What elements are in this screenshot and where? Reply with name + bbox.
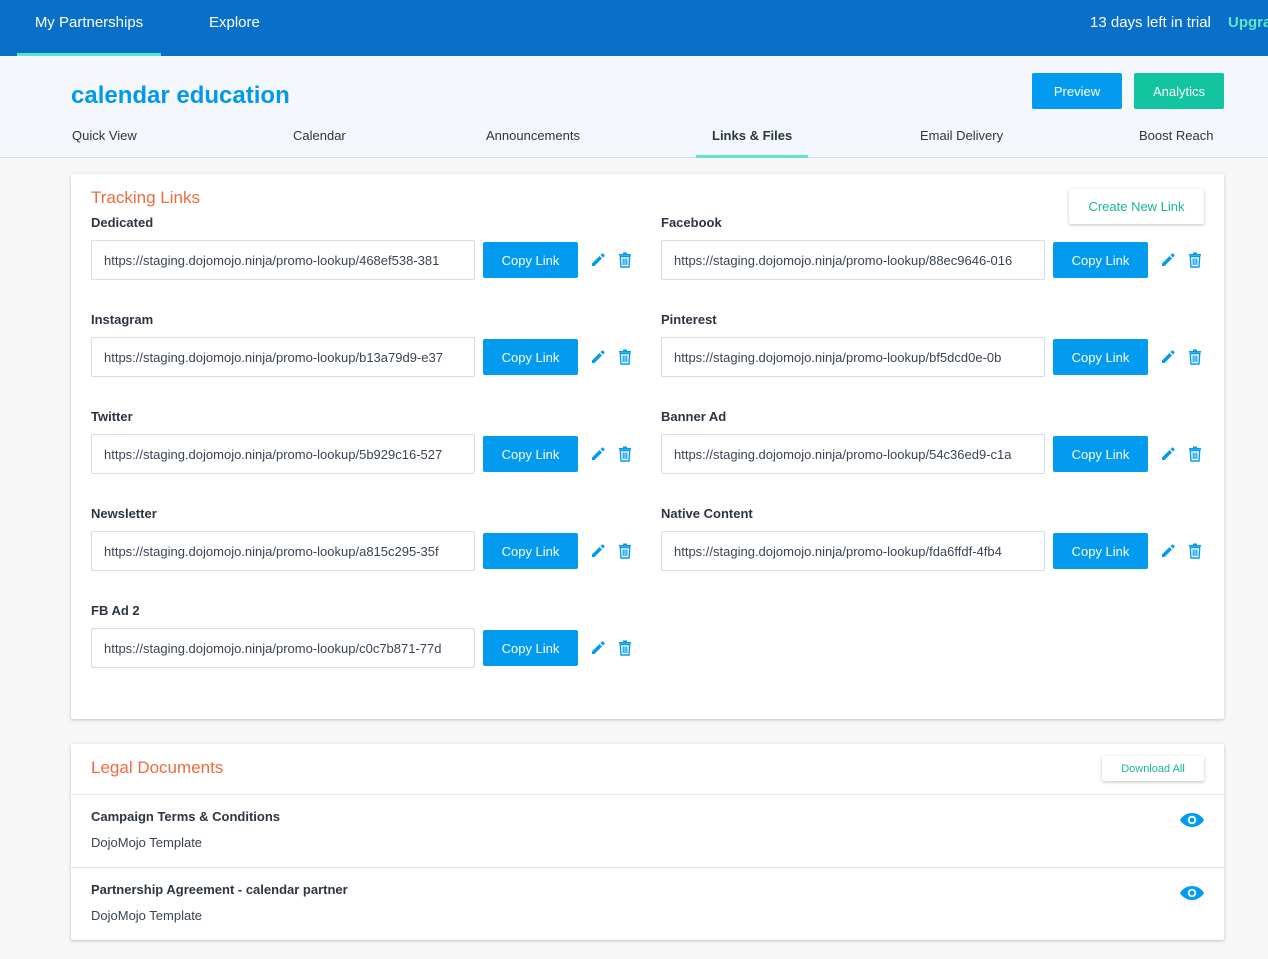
legal-documents-title: Legal Documents bbox=[91, 758, 224, 777]
nav-tab-my-partnerships[interactable]: My Partnerships bbox=[17, 0, 161, 56]
link-label-newsletter: Newsletter bbox=[91, 506, 157, 521]
link-label-instagram: Instagram bbox=[91, 312, 154, 327]
link-label-facebook: Facebook bbox=[661, 215, 722, 230]
pencil-icon[interactable] bbox=[1159, 251, 1177, 269]
download-all-button[interactable]: Download All bbox=[1102, 756, 1204, 781]
copy-link-button[interactable]: Copy Link bbox=[483, 436, 578, 472]
pencil-icon[interactable] bbox=[589, 542, 607, 560]
pencil-icon[interactable] bbox=[589, 639, 607, 657]
page-title: calendar education bbox=[71, 82, 290, 109]
copy-link-button[interactable]: Copy Link bbox=[483, 339, 578, 375]
trash-icon[interactable] bbox=[616, 251, 634, 269]
tab-calendar[interactable]: Calendar bbox=[293, 128, 346, 158]
tab-boost-reach[interactable]: Boost Reach bbox=[1139, 128, 1213, 158]
trash-icon[interactable] bbox=[1186, 348, 1204, 366]
analytics-button[interactable]: Analytics bbox=[1134, 73, 1224, 109]
link-url-input-newsletter[interactable] bbox=[91, 531, 475, 571]
document-row: Partnership Agreement - calendar partner… bbox=[71, 867, 1224, 940]
pencil-icon[interactable] bbox=[1159, 542, 1177, 560]
create-new-link-button[interactable]: Create New Link bbox=[1069, 189, 1204, 224]
trash-icon[interactable] bbox=[616, 445, 634, 463]
eye-icon[interactable] bbox=[1179, 884, 1205, 902]
link-url-input-banner-ad[interactable] bbox=[661, 434, 1045, 474]
legal-documents-card: Legal Documents Download All Campaign Te… bbox=[71, 744, 1224, 940]
trash-icon[interactable] bbox=[1186, 542, 1204, 560]
trial-status: 13 days left in trial bbox=[1090, 14, 1211, 31]
document-title: Campaign Terms & Conditions bbox=[91, 809, 280, 824]
link-url-input-facebook[interactable] bbox=[661, 240, 1045, 280]
link-label-fb-ad-2: FB Ad 2 bbox=[91, 603, 140, 618]
tracking-links-card: Tracking Links Create New Link Dedicated… bbox=[71, 174, 1224, 719]
trash-icon[interactable] bbox=[1186, 445, 1204, 463]
document-subtitle: DojoMojo Template bbox=[91, 908, 203, 923]
tab-email-delivery[interactable]: Email Delivery bbox=[920, 128, 1003, 158]
link-url-input-pinterest[interactable] bbox=[661, 337, 1045, 377]
copy-link-button[interactable]: Copy Link bbox=[483, 533, 578, 569]
document-row: Campaign Terms & Conditions DojoMojo Tem… bbox=[71, 794, 1224, 867]
link-label-banner-ad: Banner Ad bbox=[661, 409, 727, 424]
link-url-input-dedicated[interactable] bbox=[91, 240, 475, 280]
link-url-input-fb-ad-2[interactable] bbox=[91, 628, 475, 668]
trash-icon[interactable] bbox=[616, 348, 634, 366]
copy-link-button[interactable]: Copy Link bbox=[483, 630, 578, 666]
trash-icon[interactable] bbox=[616, 639, 634, 657]
nav-tab-explore[interactable]: Explore bbox=[209, 0, 260, 56]
copy-link-button[interactable]: Copy Link bbox=[1053, 533, 1148, 569]
link-url-input-twitter[interactable] bbox=[91, 434, 475, 474]
trash-icon[interactable] bbox=[1186, 251, 1204, 269]
link-url-input-native-content[interactable] bbox=[661, 531, 1045, 571]
pencil-icon[interactable] bbox=[589, 348, 607, 366]
copy-link-button[interactable]: Copy Link bbox=[1053, 339, 1148, 375]
link-label-pinterest: Pinterest bbox=[661, 312, 717, 327]
campaign-header: calendar education Preview Analytics Qui… bbox=[0, 56, 1268, 158]
pencil-icon[interactable] bbox=[1159, 348, 1177, 366]
document-subtitle: DojoMojo Template bbox=[91, 835, 203, 850]
upgrade-link[interactable]: Upgra bbox=[1228, 0, 1268, 46]
link-label-dedicated: Dedicated bbox=[91, 215, 154, 230]
pencil-icon[interactable] bbox=[1159, 445, 1177, 463]
tab-announcements[interactable]: Announcements bbox=[486, 128, 580, 158]
link-label-native-content: Native Content bbox=[661, 506, 753, 521]
preview-button[interactable]: Preview bbox=[1032, 73, 1122, 109]
link-label-twitter: Twitter bbox=[91, 409, 133, 424]
top-nav: My Partnerships Explore 13 days left in … bbox=[0, 0, 1268, 56]
tab-links-files[interactable]: Links & Files bbox=[695, 128, 809, 158]
trash-icon[interactable] bbox=[616, 542, 634, 560]
tracking-links-title: Tracking Links bbox=[91, 188, 200, 207]
pencil-icon[interactable] bbox=[589, 445, 607, 463]
eye-icon[interactable] bbox=[1179, 811, 1205, 829]
link-url-input-instagram[interactable] bbox=[91, 337, 475, 377]
tab-quick-view[interactable]: Quick View bbox=[72, 128, 137, 158]
copy-link-button[interactable]: Copy Link bbox=[1053, 436, 1148, 472]
document-title: Partnership Agreement - calendar partner bbox=[91, 882, 348, 897]
copy-link-button[interactable]: Copy Link bbox=[1053, 242, 1148, 278]
pencil-icon[interactable] bbox=[589, 251, 607, 269]
copy-link-button[interactable]: Copy Link bbox=[483, 242, 578, 278]
